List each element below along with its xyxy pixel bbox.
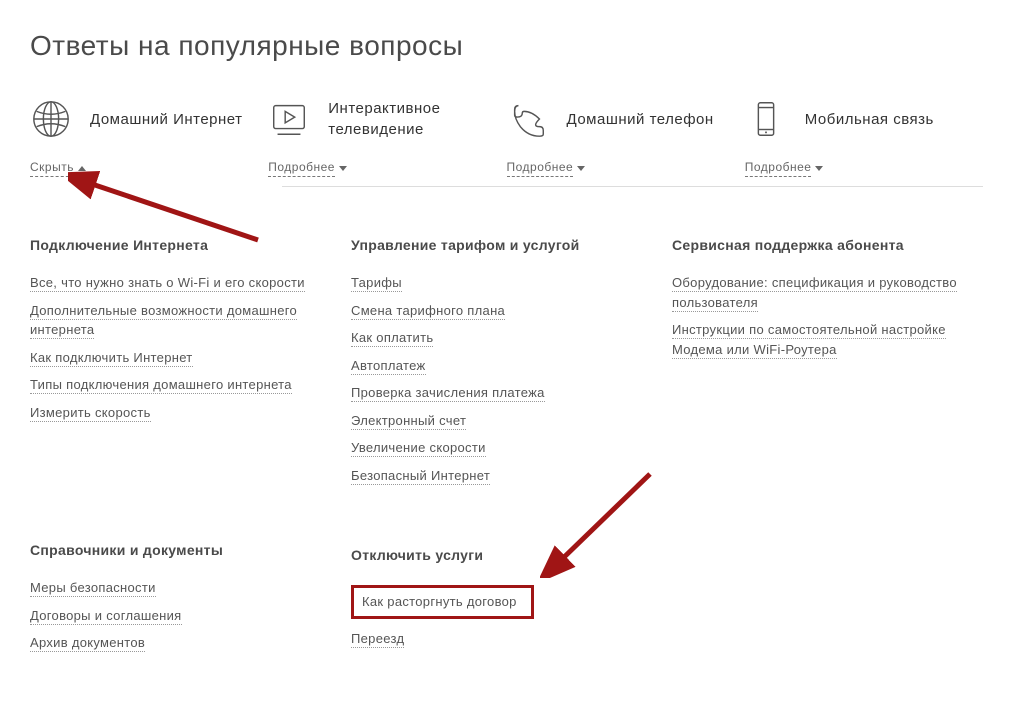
faq-link[interactable]: Оборудование: спецификация и руководство…	[672, 275, 957, 312]
faq-link[interactable]: Дополнительные возможности домашнего инт…	[30, 303, 297, 340]
category-home-phone: Домашний телефон Подробнее	[507, 98, 745, 177]
column-2: Управление тарифом и услугой Тарифы Смен…	[351, 237, 662, 693]
phone-icon	[507, 98, 549, 140]
divider	[282, 186, 983, 187]
expand-toggle[interactable]: Подробнее	[507, 160, 725, 177]
highlighted-link: Как расторгнуть договор	[351, 585, 534, 619]
chevron-down-icon	[577, 166, 585, 171]
chevron-down-icon	[339, 166, 347, 171]
column-3: Сервисная поддержка абонента Оборудовани…	[672, 237, 983, 693]
list-item: Проверка зачисления платежа	[351, 383, 647, 403]
category-interactive-tv: Интерактивное телевидение Подробнее	[268, 98, 506, 177]
faq-link[interactable]: Договоры и соглашения	[30, 608, 182, 625]
list-item: Как подключить Интернет	[30, 348, 326, 368]
category-title: Домашний телефон	[567, 109, 714, 130]
list-item: Электронный счет	[351, 411, 647, 431]
faq-link[interactable]: Инструкции по самостоятельной настройке …	[672, 322, 946, 359]
chevron-down-icon	[815, 166, 823, 171]
list-item: Оборудование: спецификация и руководство…	[672, 273, 968, 312]
faq-link[interactable]: Переезд	[351, 631, 404, 648]
list-item: Архив документов	[30, 633, 326, 653]
faq-link[interactable]: Измерить скорость	[30, 405, 151, 422]
list-item: Меры безопасности	[30, 578, 326, 598]
faq-link[interactable]: Тарифы	[351, 275, 402, 292]
play-tv-icon	[268, 98, 310, 140]
faq-link[interactable]: Увеличение скорости	[351, 440, 486, 457]
faq-link[interactable]: Как расторгнуть договор	[362, 594, 517, 610]
faq-link[interactable]: Как подключить Интернет	[30, 350, 193, 367]
category-title: Интерактивное телевидение	[328, 98, 486, 140]
expand-toggle[interactable]: Подробнее	[745, 160, 963, 177]
list-item: Смена тарифного плана	[351, 301, 647, 321]
section-heading: Справочники и документы	[30, 542, 326, 558]
faq-link[interactable]: Меры безопасности	[30, 580, 156, 597]
category-title: Мобильная связь	[805, 109, 934, 130]
section-heading: Отключить услуги	[351, 547, 647, 563]
faq-link[interactable]: Все, что нужно знать о Wi-Fi и его скоро…	[30, 275, 305, 292]
faq-link[interactable]: Проверка зачисления платежа	[351, 385, 545, 402]
list-item: Переезд	[351, 629, 647, 649]
list-item: Измерить скорость	[30, 403, 326, 423]
column-1: Подключение Интернета Все, что нужно зна…	[30, 237, 341, 693]
section-heading: Подключение Интернета	[30, 237, 326, 253]
content-columns: Подключение Интернета Все, что нужно зна…	[30, 237, 983, 693]
list-item: Тарифы	[351, 273, 647, 293]
list-item: Как расторгнуть договор	[351, 583, 647, 621]
list-item: Инструкции по самостоятельной настройке …	[672, 320, 968, 359]
list-item: Увеличение скорости	[351, 438, 647, 458]
faq-link[interactable]: Типы подключения домашнего интернета	[30, 377, 292, 394]
category-home-internet: Домашний Интернет Скрыть	[30, 98, 268, 177]
section-heading: Управление тарифом и услугой	[351, 237, 647, 253]
category-title: Домашний Интернет	[90, 109, 243, 130]
section-heading: Сервисная поддержка абонента	[672, 237, 968, 253]
category-mobile: Мобильная связь Подробнее	[745, 98, 983, 177]
globe-icon	[30, 98, 72, 140]
list-item: Типы подключения домашнего интернета	[30, 375, 326, 395]
list-item: Дополнительные возможности домашнего инт…	[30, 301, 326, 340]
collapse-toggle[interactable]: Скрыть	[30, 160, 248, 177]
chevron-up-icon	[78, 166, 86, 171]
expand-toggle[interactable]: Подробнее	[268, 160, 486, 177]
category-row: Домашний Интернет Скрыть Интерактивное т…	[30, 98, 983, 177]
faq-link[interactable]: Электронный счет	[351, 413, 466, 430]
faq-link[interactable]: Автоплатеж	[351, 358, 426, 375]
faq-link[interactable]: Смена тарифного плана	[351, 303, 505, 320]
smartphone-icon	[745, 98, 787, 140]
page-title: Ответы на популярные вопросы	[30, 30, 983, 62]
faq-link[interactable]: Архив документов	[30, 635, 145, 652]
list-item: Как оплатить	[351, 328, 647, 348]
list-item: Договоры и соглашения	[30, 606, 326, 626]
list-item: Безопасный Интернет	[351, 466, 647, 486]
faq-link[interactable]: Безопасный Интернет	[351, 468, 490, 485]
list-item: Все, что нужно знать о Wi-Fi и его скоро…	[30, 273, 326, 293]
faq-link[interactable]: Как оплатить	[351, 330, 433, 347]
list-item: Автоплатеж	[351, 356, 647, 376]
